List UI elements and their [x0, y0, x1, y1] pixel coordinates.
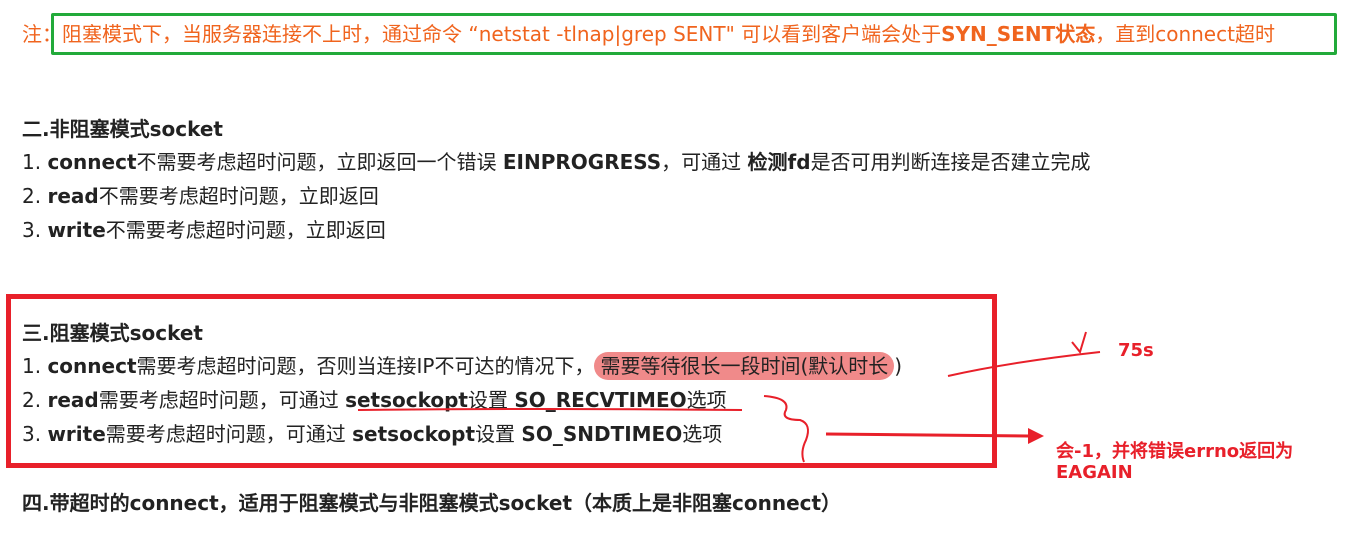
arrowhead-timeout: [1071, 331, 1087, 355]
underline-read-line: [357, 408, 743, 411]
brace-read-write: [763, 395, 809, 463]
arrowhead-errno: [1028, 428, 1044, 444]
arrow-to-errno: [825, 432, 1029, 438]
annotation-strokes: [357, 331, 1101, 463]
arrow-to-timeout: [947, 351, 1101, 377]
